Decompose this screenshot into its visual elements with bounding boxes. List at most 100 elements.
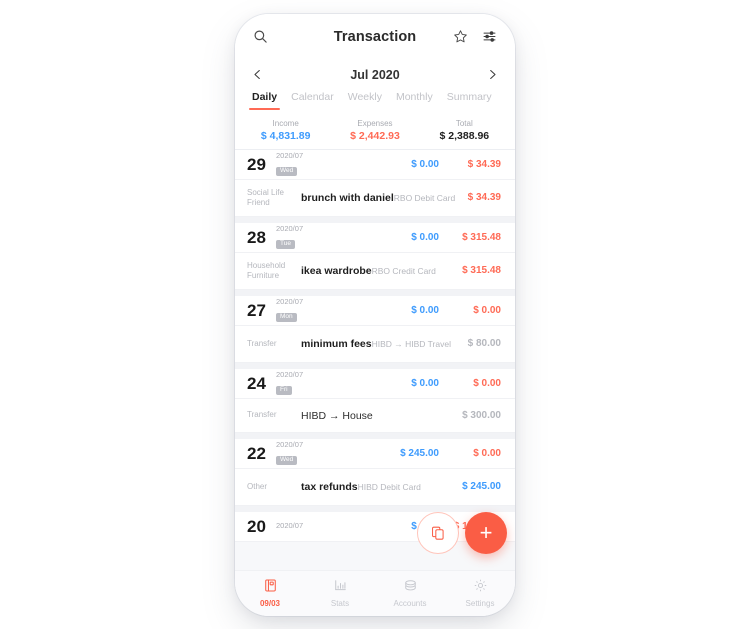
transaction-category-primary: Other [247,481,268,491]
tab-calendar[interactable]: Calendar [284,90,341,104]
summary-total-label: Total [455,118,473,128]
page-title: Transaction [333,28,417,45]
transaction-day-group: 27 2020/07 Mon $ 0.00 $ 0.00 Transfer minimum … [235,289,515,363]
add-transaction-label: + [479,519,493,545]
day-date: 2020/07 [276,521,304,531]
nav-item-stats[interactable]: Stats [305,578,375,608]
day-expense-total: $ 315.48 [462,231,501,243]
transaction-list[interactable]: 29 2020/07 Wed $ 0.00 $ 34.39 Social Life Frie… [235,149,515,570]
tab-summary[interactable]: Summary [440,90,499,104]
day-income-total: $ 0.00 [411,158,439,170]
tab-daily[interactable]: Daily [245,90,284,110]
transaction-description: tax refundsHIBD Debit Card [293,476,462,497]
summary-income-value: $ 4,831.89 [260,129,311,142]
transaction-title: HIBD → House [301,409,373,422]
day-date: 2020/07 [276,150,304,160]
transaction-row[interactable]: Other tax refundsHIBD Debit Card $ 245.00 [235,468,515,506]
transaction-row[interactable]: Transfer minimum feesHIBD → HIBD Travel $ … [235,325,515,363]
day-header-row[interactable]: 28 2020/07 Tue $ 0.00 $ 315.48 [235,222,515,253]
nav-item-accounts-label: Accounts [393,599,427,608]
chevron-right-icon[interactable] [486,68,499,81]
bottom-navigation: 09/03 Stats Accounts Settings [235,569,515,616]
transaction-category-primary: Transfer [247,338,277,348]
screenshot-stage: Transaction Jul 2020 Daily Calendar Week… [0,0,750,629]
tab-weekly[interactable]: Weekly [341,90,389,104]
day-weekday-badge: Wed [276,166,298,176]
transaction-category-primary: Household [247,260,286,270]
transaction-title: brunch with daniel [301,192,394,205]
nav-item-ledger-label: 09/03 [259,599,281,608]
tab-monthly[interactable]: Monthly [389,90,440,104]
day-income-total: $ 0.00 [411,231,439,243]
day-date: 2020/07 [276,439,304,449]
day-meta: 2020/07 Mon [276,297,303,323]
month-label: Jul 2020 [350,67,400,82]
day-weekday-badge: Tue [276,239,295,249]
add-transaction-button[interactable]: + [465,511,507,554]
transaction-title: tax refunds [301,481,358,494]
transaction-category: Household Furniture [247,261,293,281]
transaction-day-group: 22 2020/07 Wed $ 245.00 $ 0.00 Other tax refun… [235,432,515,506]
summary-bar: Income $ 4,831.89 Expenses $ 2,442.93 To… [235,116,515,150]
day-weekday-badge: Fri [276,385,292,395]
summary-income-label: Income [272,118,299,128]
day-expense-total: $ 0.00 [473,447,501,459]
nav-item-settings[interactable]: Settings [445,578,515,608]
coins-stack-icon [403,578,418,593]
nav-item-ledger[interactable]: 09/03 [235,578,305,608]
ledger-book-icon [263,578,278,593]
sliders-filter-icon[interactable] [482,29,497,44]
transaction-amount: $ 80.00 [467,338,501,349]
app-header: Transaction [235,13,515,60]
day-meta: 2020/07 [276,522,303,530]
chevron-left-icon[interactable] [251,68,264,81]
transaction-category-secondary: Furniture [247,270,280,280]
summary-total: Total $ 2,388.96 [420,119,509,143]
day-expense-total: $ 0.00 [473,304,501,316]
transaction-amount: $ 315.48 [462,265,501,276]
search-icon[interactable] [253,29,268,44]
day-number: 29 [247,154,266,174]
transaction-row[interactable]: Household Furniture ikea wardrobeRBO Credi… [235,252,515,290]
transaction-title: minimum fees [301,338,372,351]
day-weekday-badge: Mon [276,312,297,322]
transaction-category: Transfer [247,339,293,349]
summary-income: Income $ 4,831.89 [241,119,330,143]
transaction-day-group: 28 2020/07 Tue $ 0.00 $ 315.48 Household Furni… [235,216,515,290]
day-date: 2020/07 [276,223,304,233]
day-header-row[interactable]: 22 2020/07 Wed $ 245.00 $ 0.00 [235,438,515,469]
transaction-amount: $ 245.00 [462,481,501,492]
duplicate-transaction-button[interactable] [417,511,459,554]
day-meta: 2020/07 Wed [276,439,304,466]
transaction-category-primary: Social Life [247,187,284,197]
phone-frame: Transaction Jul 2020 Daily Calendar Week… [235,13,515,616]
transaction-row[interactable]: Transfer HIBD → House $ 300.00 [235,398,515,433]
summary-expenses-value: $ 2,442.93 [350,129,400,142]
star-icon[interactable] [453,29,468,44]
transaction-category-secondary: Friend [247,197,270,207]
day-meta: 2020/07 Fri [276,370,303,396]
nav-item-stats-label: Stats [330,599,350,608]
transaction-day-group: 29 2020/07 Wed $ 0.00 $ 34.39 Social Life Frie… [235,149,515,217]
day-header-row[interactable]: 24 2020/07 Fri $ 0.00 $ 0.00 [235,368,515,399]
nav-item-accounts[interactable]: Accounts [375,578,445,608]
transaction-description: brunch with danielRBO Debit Card [293,187,468,208]
day-weekday-badge: Wed [276,455,298,465]
day-income-total: $ 0.00 [411,304,439,316]
summary-expenses-label: Expenses [357,118,393,128]
transaction-description: ikea wardrobeRBO Credit Card [293,260,462,281]
day-header-row[interactable]: 29 2020/07 Wed $ 0.00 $ 34.39 [235,149,515,180]
transaction-row[interactable]: Social Life Friend brunch with danielRBO D… [235,179,515,217]
transaction-title: ikea wardrobe [301,265,372,278]
day-meta: 2020/07 Tue [276,223,304,250]
day-meta: 2020/07 Wed [276,150,304,177]
day-income-total: $ 0.00 [411,377,439,389]
transaction-account: HIBD Debit Card [357,482,421,493]
day-number: 28 [247,227,266,247]
transaction-category: Other [247,482,293,492]
day-header-row[interactable]: 27 2020/07 Mon $ 0.00 $ 0.00 [235,295,515,326]
day-expense-total: $ 34.39 [467,158,501,170]
day-number: 20 [247,516,266,536]
transaction-description: minimum feesHIBD → HIBD Travel [293,333,468,354]
transaction-category-primary: Transfer [247,410,277,419]
